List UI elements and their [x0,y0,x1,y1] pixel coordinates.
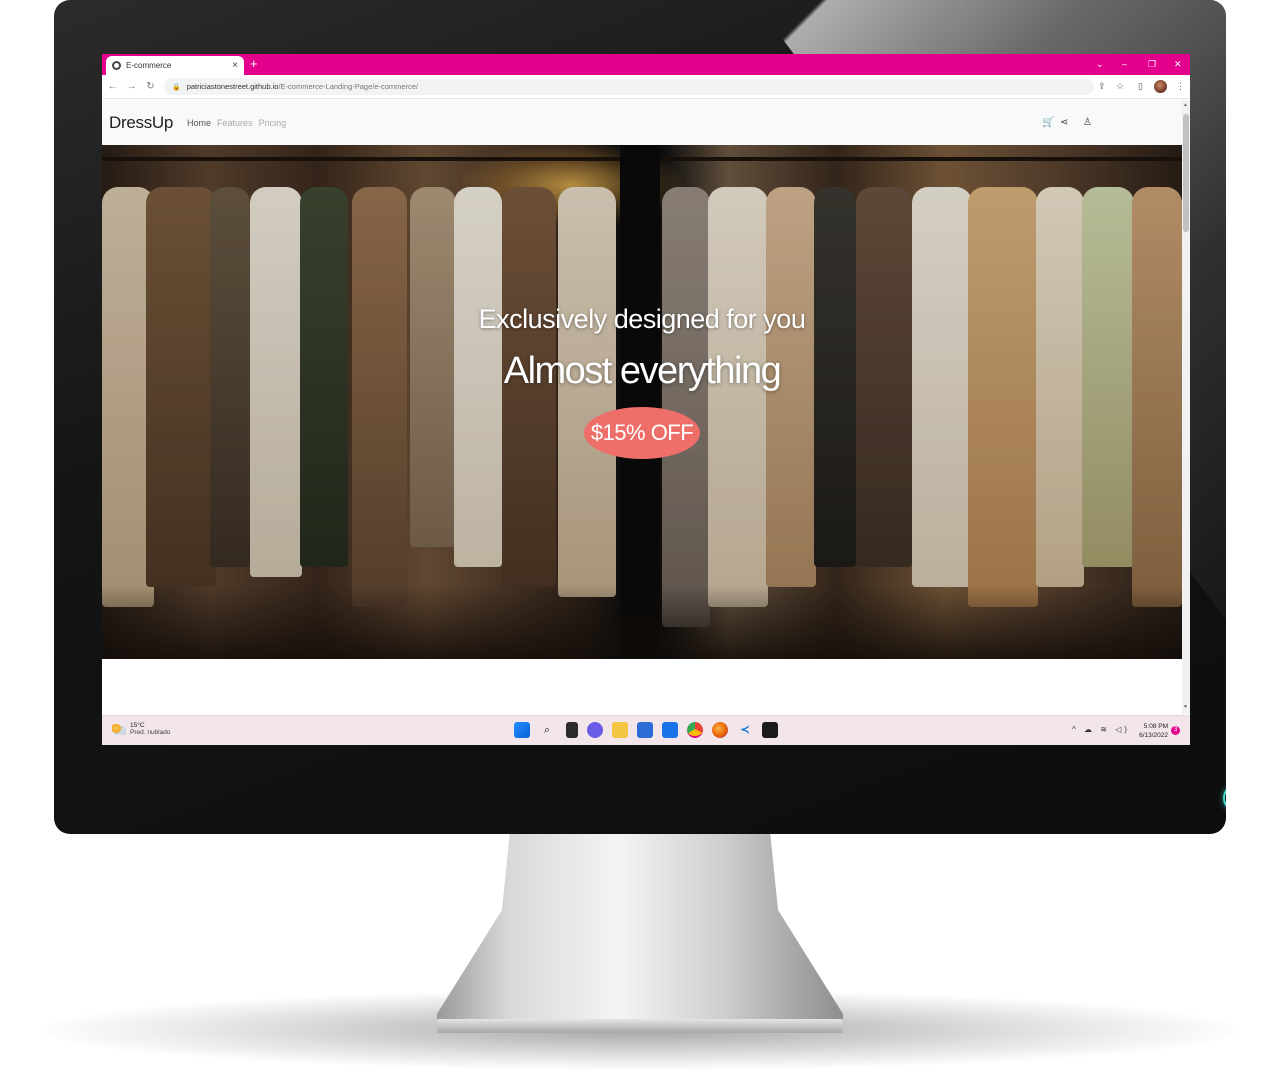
clock-date: 6/13/2022 [1139,732,1168,739]
back-icon[interactable]: ← [104,81,121,92]
cart-icon[interactable]: 🛒 [1042,117,1054,128]
menu-icon[interactable]: ⋮ [1176,81,1185,92]
url-host: patriciastonestreet.github.io [186,82,279,91]
hero-overlay [102,145,1182,659]
star-icon[interactable]: ☆ [1116,81,1124,92]
close-window-button[interactable]: ✕ [1174,57,1182,71]
taskbar-clock[interactable]: 5:08 PM 6/13/2022 [1136,722,1168,740]
page-scrollbar[interactable]: ▲ ▼ [1182,100,1190,714]
profile-avatar[interactable] [1154,80,1167,93]
system-tray[interactable]: ^ ☁ ≋ ◁) [1072,725,1130,734]
nav-link-home[interactable]: Home [187,118,211,128]
site-brand[interactable]: DressUp [109,113,173,133]
nav-link-features[interactable]: Features [217,118,253,128]
browser-toolbar: ← → ↻ 🔒 patriciastonestreet.github.io/E-… [102,75,1190,99]
clock-time: 5:08 PM [1143,723,1168,730]
monitor-stand-base [437,1019,843,1033]
terminal-icon[interactable] [762,722,778,738]
weather-temperature: 15°C [130,722,145,729]
weather-description: Pred. nublado [130,729,171,736]
store-icon[interactable] [637,722,653,738]
start-icon[interactable] [514,722,530,738]
url-path: /E-commerce-Landing-Page/e-commerce/ [278,82,419,91]
scroll-thumb[interactable] [1183,114,1189,232]
close-tab-icon[interactable]: × [232,60,238,71]
hero-tagline: Exclusively designed for you [478,304,806,334]
site-navbar: DressUp Home Features Pricing [102,100,1182,145]
browser-tab-strip: E-commerce × + ⌄ – ❐ ✕ [102,54,1190,75]
address-bar[interactable]: 🔒 patriciastonestreet.github.io/E-commer… [164,78,1094,95]
file-explorer-icon[interactable] [612,722,628,738]
weather-widget[interactable]: 15°C Pred. nublado [112,722,170,736]
taskbar-apps: ⌕ ≺ [514,722,787,738]
new-tab-button[interactable]: + [250,56,258,72]
lock-icon[interactable]: 🔒 [172,83,181,91]
globe-icon [112,61,121,70]
partly-cloudy-icon [112,723,126,735]
task-view-icon[interactable] [566,722,578,738]
scroll-up-icon[interactable]: ▲ [1183,102,1188,108]
reload-icon[interactable]: ↻ [142,81,159,92]
firefox-icon[interactable] [712,722,728,738]
search-icon[interactable]: ⌕ [539,722,555,738]
monitor-screen: E-commerce × + ⌄ – ❐ ✕ ← → ↻ 🔒 patricias… [102,54,1190,745]
vscode-icon[interactable]: ≺ [737,722,753,738]
share-icon[interactable]: ⋖ [1060,117,1068,128]
monitor-stand [437,830,843,1030]
sidepanel-icon[interactable]: ▯ [1138,81,1143,92]
chat-icon[interactable] [587,722,603,738]
discount-badge[interactable]: $15% OFF [584,407,700,459]
restore-button[interactable]: ❐ [1148,57,1156,71]
scroll-down-icon[interactable]: ▼ [1183,704,1188,710]
taskbar: 15°C Pred. nublado ⌕ ≺ ^ ☁ ≋ ◁) 5:08 PM … [102,715,1190,745]
share-icon[interactable]: ⇪ [1098,81,1106,92]
browser-tab[interactable]: E-commerce × [106,56,244,75]
hero-section: Exclusively designed for you Almost ever… [102,145,1182,659]
nav-link-pricing[interactable]: Pricing [259,118,287,128]
hero-headline: Almost everything [503,350,782,392]
notification-badge[interactable]: 3 [1171,726,1180,735]
minimize-button[interactable]: – [1122,57,1127,71]
chrome-icon[interactable] [687,722,703,738]
tab-title: E-commerce [126,61,172,70]
power-icon[interactable] [1223,784,1226,812]
forward-icon[interactable]: → [123,81,140,92]
mail-icon[interactable] [662,722,678,738]
user-icon[interactable]: ♙ [1083,117,1092,128]
tab-search-icon[interactable]: ⌄ [1096,57,1104,71]
